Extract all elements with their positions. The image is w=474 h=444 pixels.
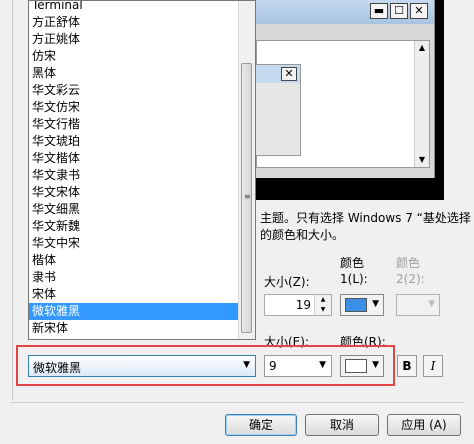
- list-item[interactable]: 微软雅黑: [29, 303, 241, 320]
- list-item[interactable]: 华文细黑: [29, 201, 241, 218]
- list-item[interactable]: 方正舒体: [29, 14, 241, 31]
- close-icon: ✕: [281, 67, 297, 81]
- dropdown-scrollbar[interactable]: ≡: [238, 1, 255, 339]
- description-text: 主题。只有选择 Windows 7 “基处选择的颜色和大小。: [260, 211, 471, 242]
- color2-label: 颜色: [396, 256, 421, 270]
- color1-key-label: 1(L):: [340, 272, 368, 286]
- chevron-down-icon: ▼: [428, 299, 435, 309]
- list-item[interactable]: 隶书: [29, 269, 241, 286]
- dialog-frame: [12, 0, 13, 400]
- preview-scrollbar: ▲ ▼: [414, 41, 429, 167]
- divider: [10, 402, 464, 403]
- list-item[interactable]: 方正姚体: [29, 31, 241, 48]
- chevron-down-icon: ▼: [372, 299, 379, 309]
- list-item[interactable]: 华文仿宋: [29, 99, 241, 116]
- list-item[interactable]: 华文彩云: [29, 82, 241, 99]
- list-item[interactable]: 华文新魏: [29, 218, 241, 235]
- apply-button[interactable]: 应用 (A): [387, 414, 461, 436]
- item-size-stepper[interactable]: 19 ▲ ▼: [264, 294, 332, 316]
- close-icon: ✕: [410, 3, 428, 19]
- color1-label: 颜色: [340, 256, 365, 270]
- list-item[interactable]: Terminal: [29, 1, 241, 14]
- list-item[interactable]: 华文楷体: [29, 150, 241, 167]
- font-list: Terminal 方正舒体 方正姚体 仿宋 黑体 华文彩云 华文仿宋 华文行楷 华文琥珀 华文楷体…: [29, 1, 241, 339]
- list-item[interactable]: 华文琥珀: [29, 133, 241, 150]
- minimize-icon: ▬: [370, 3, 388, 19]
- list-item[interactable]: 新宋体: [29, 320, 241, 337]
- maximize-icon: ☐: [390, 3, 408, 19]
- ok-button[interactable]: 确定: [225, 414, 297, 436]
- list-item[interactable]: 华文隶书: [29, 167, 241, 184]
- stepper-down-icon[interactable]: ▼: [315, 305, 331, 315]
- list-item[interactable]: 华文中宋: [29, 235, 241, 252]
- scroll-up-icon: ▲: [418, 43, 426, 52]
- list-item[interactable]: 楷体: [29, 252, 241, 269]
- list-item[interactable]: 幼圆: [29, 337, 241, 339]
- bold-button[interactable]: B: [397, 355, 417, 377]
- size-label: 大小(Z):: [264, 275, 310, 289]
- preview-titlebar: ▬ ☐ ✕: [244, 0, 434, 24]
- italic-button[interactable]: I: [423, 355, 443, 377]
- stepper-up-icon[interactable]: ▲: [315, 295, 331, 305]
- item-size-value: 19: [295, 298, 311, 312]
- item-color1-picker[interactable]: ▼: [340, 294, 384, 316]
- list-item[interactable]: 黑体: [29, 65, 241, 82]
- item-color2-picker: ▼: [396, 294, 440, 316]
- preview-window: ▬ ☐ ✕ ▲ ▼ ✕: [244, 0, 435, 178]
- list-item[interactable]: 华文宋体: [29, 184, 241, 201]
- color-swatch: [345, 298, 367, 312]
- color2-key-label: 2(2):: [396, 272, 425, 286]
- list-item[interactable]: 仿宋: [29, 48, 241, 65]
- font-dropdown-list[interactable]: Terminal 方正舒体 方正姚体 仿宋 黑体 华文彩云 华文仿宋 华文行楷 华文琥珀 华文楷体…: [28, 0, 256, 340]
- grip-icon: ≡: [244, 192, 251, 201]
- cancel-button[interactable]: 取消: [305, 414, 379, 436]
- highlight-box: [16, 345, 395, 386]
- list-item[interactable]: 宋体: [29, 286, 241, 303]
- scrollbar-thumb[interactable]: ≡: [241, 63, 252, 333]
- scroll-down-icon: ▼: [418, 155, 426, 164]
- list-item[interactable]: 华文行楷: [29, 116, 241, 133]
